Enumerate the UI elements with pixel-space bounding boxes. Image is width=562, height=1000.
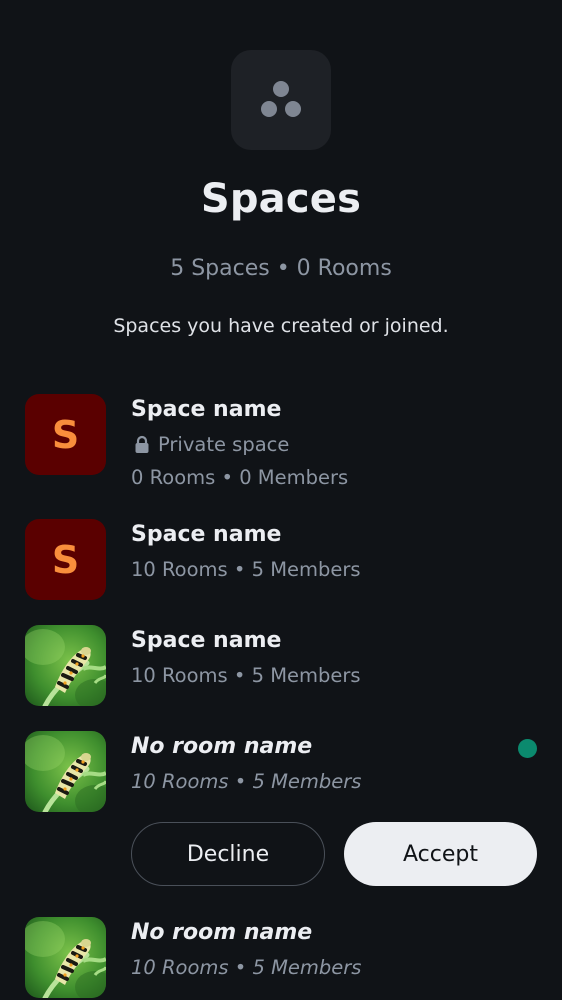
space-avatar bbox=[25, 917, 106, 998]
space-meta: 10 Rooms • 5 Members bbox=[131, 770, 362, 793]
space-name: Space name bbox=[131, 628, 282, 653]
space-privacy-label: Private space bbox=[158, 433, 290, 456]
caterpillar-photo bbox=[25, 917, 106, 998]
space-avatar bbox=[25, 731, 106, 812]
space-meta: 10 Rooms • 5 Members bbox=[131, 956, 362, 979]
space-meta: 0 Rooms • 0 Members bbox=[131, 466, 349, 489]
space-name: No room name bbox=[131, 920, 313, 945]
space-meta: 10 Rooms • 5 Members bbox=[131, 664, 361, 687]
space-avatar bbox=[25, 625, 106, 706]
space-meta: 10 Rooms • 5 Members bbox=[131, 558, 361, 581]
space-name: No room name bbox=[131, 734, 313, 759]
page-title: Spaces bbox=[200, 176, 362, 222]
unread-indicator bbox=[518, 739, 537, 758]
space-avatar: S bbox=[25, 394, 106, 475]
lock-icon bbox=[135, 435, 149, 453]
spaces-icon bbox=[231, 50, 331, 150]
decline-button[interactable]: Decline bbox=[131, 822, 325, 886]
space-avatar: S bbox=[25, 519, 106, 600]
space-name: Space name bbox=[131, 397, 282, 422]
page-subtitle: Spaces you have created or joined. bbox=[113, 315, 449, 337]
accept-button[interactable]: Accept bbox=[344, 822, 537, 886]
space-privacy: Private space bbox=[131, 433, 289, 456]
caterpillar-photo bbox=[25, 731, 106, 812]
space-name: Space name bbox=[131, 522, 282, 547]
caterpillar-photo bbox=[25, 625, 106, 706]
space-room-counts: 5 Spaces • 0 Rooms bbox=[170, 256, 392, 281]
